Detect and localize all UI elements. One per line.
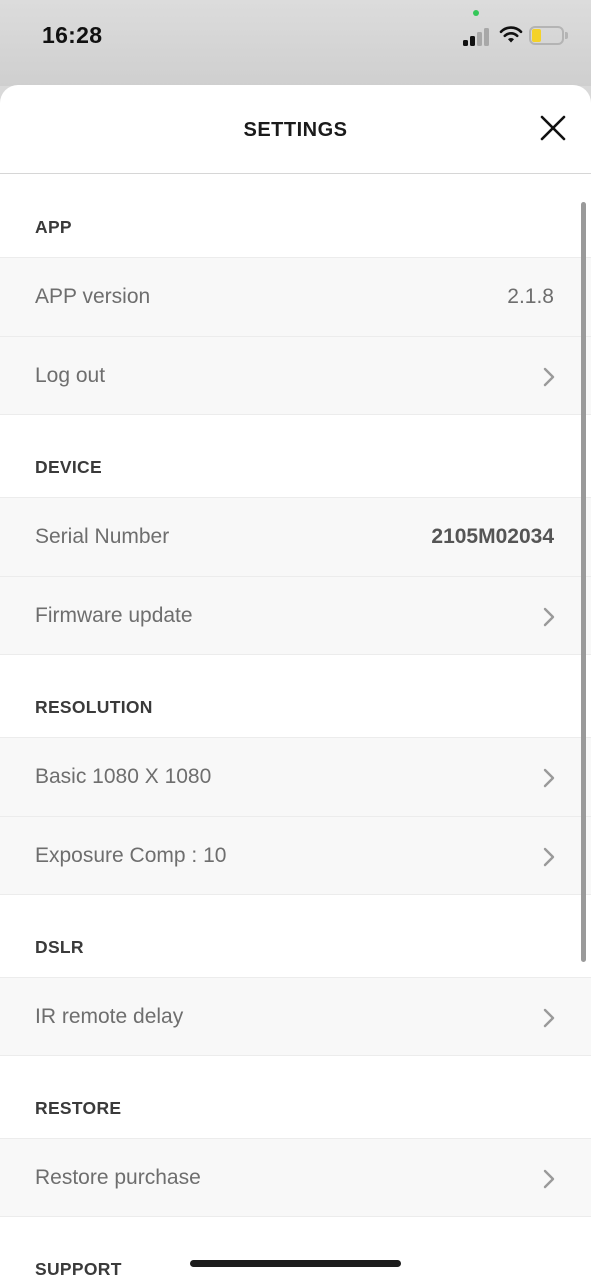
row-label: Firmware update	[35, 604, 193, 627]
scrollbar[interactable]	[581, 202, 586, 962]
section-header-support: SUPPORT	[0, 1217, 591, 1280]
settings-sheet: SETTINGS APP APP version 2.1.8 Log out D…	[0, 85, 591, 1280]
wifi-icon	[499, 26, 523, 43]
row-label: Exposure Comp : 10	[35, 844, 227, 867]
row-label: Log out	[35, 364, 106, 387]
row-firmware-update[interactable]: Firmware update	[0, 576, 591, 655]
chevron-right-icon	[543, 847, 555, 867]
serial-number-value: 2105M02034	[431, 525, 554, 548]
chevron-right-icon	[543, 768, 555, 788]
row-label: IR remote delay	[35, 1005, 184, 1028]
section-header-dslr: DSLR	[0, 895, 591, 977]
section-title: RESTORE	[35, 1098, 122, 1118]
status-bar: 16:28	[0, 0, 591, 86]
chevron-right-icon	[543, 367, 555, 387]
sheet-header: SETTINGS	[0, 85, 591, 174]
app-version-value: 2.1.8	[507, 285, 554, 308]
section-title: DEVICE	[35, 457, 102, 477]
home-indicator	[190, 1260, 401, 1267]
row-exposure-comp[interactable]: Exposure Comp : 10	[0, 816, 591, 895]
privacy-indicator-dot	[473, 10, 479, 16]
row-app-version: APP version 2.1.8	[0, 257, 591, 336]
row-label: APP version	[35, 285, 151, 308]
row-label: Restore purchase	[35, 1166, 201, 1189]
section-title: APP	[35, 217, 72, 237]
row-resolution[interactable]: Basic 1080 X 1080	[0, 737, 591, 816]
page-title: SETTINGS	[243, 119, 348, 141]
close-icon[interactable]	[536, 111, 570, 145]
chevron-right-icon	[543, 607, 555, 627]
section-title: RESOLUTION	[35, 697, 153, 717]
chevron-right-icon	[543, 1169, 555, 1189]
section-title: DSLR	[35, 937, 84, 957]
status-time: 16:28	[42, 22, 103, 48]
row-label: Basic 1080 X 1080	[35, 765, 212, 788]
chevron-right-icon	[543, 1008, 555, 1028]
section-header-resolution: RESOLUTION	[0, 655, 591, 737]
battery-icon	[529, 26, 569, 45]
row-serial-number: Serial Number 2105M02034	[0, 497, 591, 576]
section-header-app: APP	[0, 175, 591, 257]
section-title: SUPPORT	[35, 1259, 122, 1279]
section-header-device: DEVICE	[0, 415, 591, 497]
settings-list: APP APP version 2.1.8 Log out DEVICE Ser…	[0, 175, 591, 1280]
row-label: Serial Number	[35, 525, 170, 548]
row-ir-remote-delay[interactable]: IR remote delay	[0, 977, 591, 1056]
row-restore-purchase[interactable]: Restore purchase	[0, 1138, 591, 1217]
section-header-restore: RESTORE	[0, 1056, 591, 1138]
cellular-signal-icon	[463, 26, 491, 46]
row-log-out[interactable]: Log out	[0, 336, 591, 415]
